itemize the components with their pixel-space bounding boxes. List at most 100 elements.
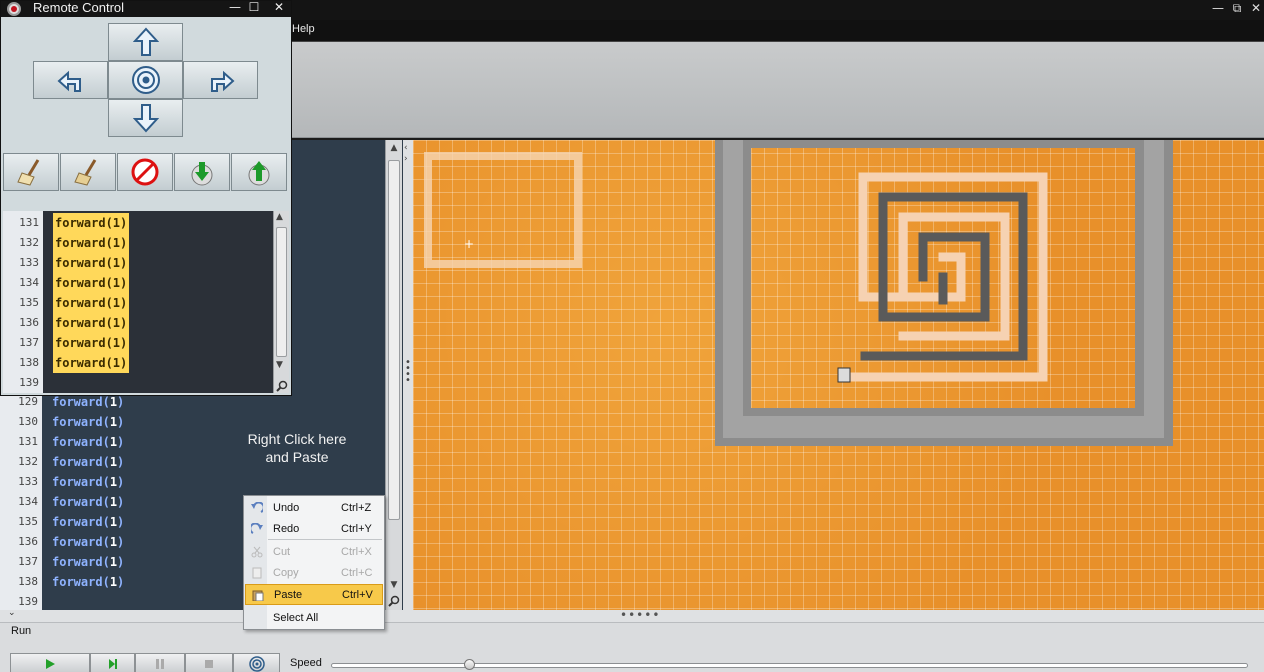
context-menu: Undo Ctrl+Z Redo Ctrl+Y Cut Ctrl+X Copy Ctrl+C P…	[243, 495, 385, 630]
editor-search-icon[interactable]	[387, 595, 401, 609]
menu-item-shortcut: Ctrl+V	[342, 589, 373, 601]
backward-button[interactable]	[108, 99, 183, 137]
pick-up-button[interactable]	[174, 153, 230, 191]
menu-item-cut[interactable]: Cut Ctrl+X	[245, 542, 383, 563]
reset-button[interactable]	[233, 653, 280, 672]
unpaint-button[interactable]	[117, 153, 173, 191]
paint-white-button[interactable]	[3, 153, 59, 191]
editor-scrollbar[interactable]: ▲ ▼	[385, 140, 402, 612]
remote-scrollbar[interactable]: ▲ ▼	[273, 211, 289, 393]
remote-close-button[interactable]: ✕	[271, 0, 287, 14]
menu-item-label: Copy	[273, 567, 299, 579]
remote-code-line[interactable]: 139	[3, 373, 273, 393]
vertical-splitter[interactable]: ‹ › • • • •	[403, 140, 413, 612]
minimize-button[interactable]: —	[1209, 0, 1227, 18]
remote-code-line[interactable]: 131 forward(1)	[3, 213, 273, 233]
remote-code-editor[interactable]: 131 forward(1) 132 forward(1) 133 forward(1) 1…	[3, 211, 289, 393]
editor-scroll-thumb[interactable]	[388, 160, 400, 520]
code-text: forward(1)	[52, 435, 125, 449]
remote-minimize-button[interactable]: —	[227, 0, 243, 14]
menu-item-shortcut: Ctrl+Y	[341, 523, 372, 535]
remote-code-line[interactable]: 136 forward(1)	[3, 313, 273, 333]
line-number: 135	[18, 515, 38, 528]
scroll-down-icon[interactable]: ▼	[387, 578, 401, 592]
expand-icon[interactable]: ⌄	[8, 608, 16, 618]
code-line[interactable]: 133 forward(1)	[0, 472, 385, 492]
remote-code-line[interactable]: 135 forward(1)	[3, 293, 273, 313]
line-number: 130	[18, 415, 38, 428]
code-text: forward(1)	[53, 233, 130, 253]
paste-hint-line2: and Paste	[265, 449, 329, 465]
forward-button[interactable]	[108, 23, 183, 61]
step-button[interactable]	[90, 653, 135, 672]
center-button[interactable]	[108, 61, 183, 99]
menu-item-label: Cut	[273, 546, 291, 558]
menu-item-label: Select All	[273, 612, 319, 624]
line-number: 137	[18, 555, 38, 568]
scroll-up-icon[interactable]: ▲	[276, 212, 283, 222]
code-text: forward(1)	[52, 475, 125, 489]
horizontal-splitter[interactable]: ⌄ •••••	[0, 608, 1264, 622]
collapse-left-icon[interactable]: ‹	[404, 143, 408, 153]
line-number: 131	[19, 216, 39, 229]
remote-scroll-thumb[interactable]	[276, 227, 287, 357]
line-number: 136	[18, 535, 38, 548]
remote-code-line[interactable]: 137 forward(1)	[3, 333, 273, 353]
menu-item-copy[interactable]: Copy Ctrl+C	[245, 563, 383, 584]
remote-search-icon[interactable]	[276, 377, 288, 393]
cursor-cross-icon: +	[464, 237, 474, 251]
target-icon	[131, 66, 160, 94]
menu-item-undo[interactable]: Undo Ctrl+Z	[245, 498, 383, 519]
menu-help[interactable]: Help	[292, 23, 315, 35]
menu-item-shortcut: Ctrl+Z	[341, 502, 372, 514]
collapse-right-icon[interactable]: ›	[404, 154, 408, 164]
code-text: forward(1)	[53, 273, 130, 293]
code-text: forward(1)	[53, 213, 130, 233]
paint-black-button[interactable]	[60, 153, 116, 191]
pause-button[interactable]	[135, 653, 185, 672]
remote-title: Remote Control	[33, 0, 125, 15]
play-button[interactable]	[10, 653, 90, 672]
app-window: — ⧉ ✕ Help 129 forward(1) 130 forward(1) 131…	[0, 0, 1264, 672]
remote-title-bar[interactable]: Remote Control — ☐ ✕	[1, 0, 291, 17]
close-button[interactable]: ✕	[1247, 0, 1264, 18]
menu-item-redo[interactable]: Redo Ctrl+Y	[245, 519, 383, 540]
line-number: 138	[19, 356, 39, 369]
remote-code-line[interactable]: 138 forward(1)	[3, 353, 273, 373]
code-text: forward(1)	[53, 313, 130, 333]
stop-button[interactable]	[185, 653, 233, 672]
run-label: Run	[11, 625, 32, 637]
remote-maximize-button[interactable]: ☐	[246, 0, 262, 14]
line-number: 137	[19, 336, 39, 349]
remote-code-line[interactable]: 134 forward(1)	[3, 273, 273, 293]
speed-slider-knob[interactable]	[463, 659, 475, 670]
selection-frame	[424, 152, 582, 268]
code-text: forward(1)	[53, 353, 130, 373]
scroll-down-icon[interactable]: ▼	[276, 360, 283, 370]
put-down-button[interactable]	[231, 153, 287, 191]
line-number: 131	[18, 435, 38, 448]
code-text: forward(1)	[52, 415, 125, 429]
code-text: forward(1)	[52, 455, 125, 469]
remote-code-line[interactable]: 132 forward(1)	[3, 233, 273, 253]
app-logo-icon	[7, 2, 21, 16]
line-number: 132	[18, 455, 38, 468]
menu-item-shortcut: Ctrl+C	[341, 567, 373, 579]
robot-world[interactable]: +	[413, 140, 1264, 610]
splitter-grip-horizontal-icon[interactable]: •••••	[620, 608, 660, 622]
turn-left-button[interactable]	[33, 61, 108, 99]
robot-icon[interactable]	[837, 367, 851, 383]
scroll-up-icon[interactable]: ▲	[387, 141, 401, 155]
remote-code-line[interactable]: 133 forward(1)	[3, 253, 273, 273]
undo-icon	[251, 501, 265, 514]
redo-icon	[249, 522, 263, 535]
turn-right-button[interactable]	[183, 61, 258, 99]
maximize-button[interactable]: ⧉	[1228, 0, 1246, 18]
menu-item-select-all[interactable]: Select All	[245, 608, 383, 629]
menu-item-label: Undo	[273, 502, 300, 514]
paste-hint: Right Click here and Paste	[215, 430, 379, 466]
splitter-grip-icon[interactable]: • • • •	[405, 358, 411, 386]
down-arrow-icon	[132, 104, 159, 133]
code-line[interactable]: 130 forward(1)	[0, 412, 385, 432]
menu-item-paste[interactable]: Paste Ctrl+V	[245, 584, 383, 605]
